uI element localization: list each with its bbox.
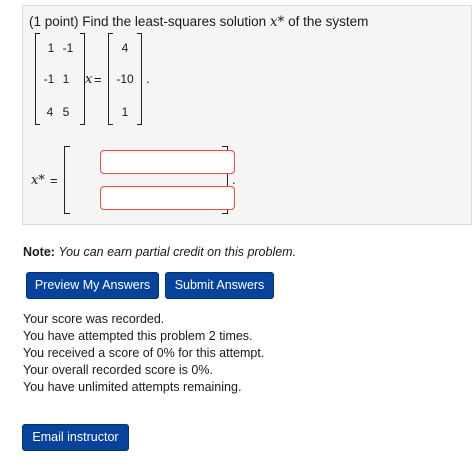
submit-answers-button[interactable]: Submit Answers [165, 272, 274, 299]
vector-b-cell: 4 [121, 41, 129, 55]
vector-b-left-bracket [108, 33, 113, 125]
note-label: Note: [23, 245, 55, 259]
answer-variable-label: x* [31, 173, 45, 188]
matrix-a-cell: 1 [62, 72, 70, 86]
matrix-a-cell: 5 [62, 105, 70, 119]
problem-variable: x* [269, 14, 285, 30]
answer-input-1[interactable] [100, 150, 235, 174]
problem-statement: (1 point) Find the least-squares solutio… [29, 14, 368, 30]
equals-sign: = [94, 72, 102, 87]
problem-points: (1 point) [29, 14, 79, 29]
problem-prompt: Find the least-squares solution [82, 14, 267, 29]
matrix-a-cell: 4 [46, 105, 54, 119]
answer-left-bracket [64, 146, 70, 214]
score-status: Your score was recorded. You have attemp… [23, 311, 264, 396]
email-instructor-button[interactable]: Email instructor [22, 424, 129, 451]
matrix-a-left-bracket [35, 33, 40, 125]
vector-b-right-bracket [137, 33, 142, 125]
preview-answers-button[interactable]: Preview My Answers [26, 272, 159, 299]
vector-b: 4 -10 1 [108, 33, 142, 125]
matrix-a-cell: 1 [47, 41, 55, 55]
status-line: You have unlimited attempts remaining. [23, 380, 242, 394]
answer-equals-sign: = [50, 173, 58, 188]
status-line: Your overall recorded score is 0%. [23, 363, 213, 377]
matrix-a: 1 -1 -1 1 4 5 [35, 33, 85, 125]
statement-period: . [146, 71, 150, 86]
status-line: You have attempted this problem 2 times. [23, 329, 253, 343]
vector-b-cell: -10 [116, 72, 134, 86]
status-line: You received a score of 0% for this atte… [23, 346, 265, 360]
x-symbol: x [85, 72, 93, 87]
problem-panel: (1 point) Find the least-squares solutio… [22, 5, 472, 225]
matrix-a-cell: -1 [62, 41, 74, 55]
vector-b-cell: 1 [121, 105, 129, 119]
matrix-a-cell: -1 [43, 72, 55, 86]
status-line: Your score was recorded. [23, 312, 165, 326]
problem-prompt-tail: of the system [288, 14, 369, 29]
partial-credit-note: Note: You can earn partial credit on thi… [23, 245, 296, 259]
answer-period: . [232, 172, 236, 187]
note-text: You can earn partial credit on this prob… [58, 245, 297, 259]
answer-input-2[interactable] [100, 186, 235, 210]
